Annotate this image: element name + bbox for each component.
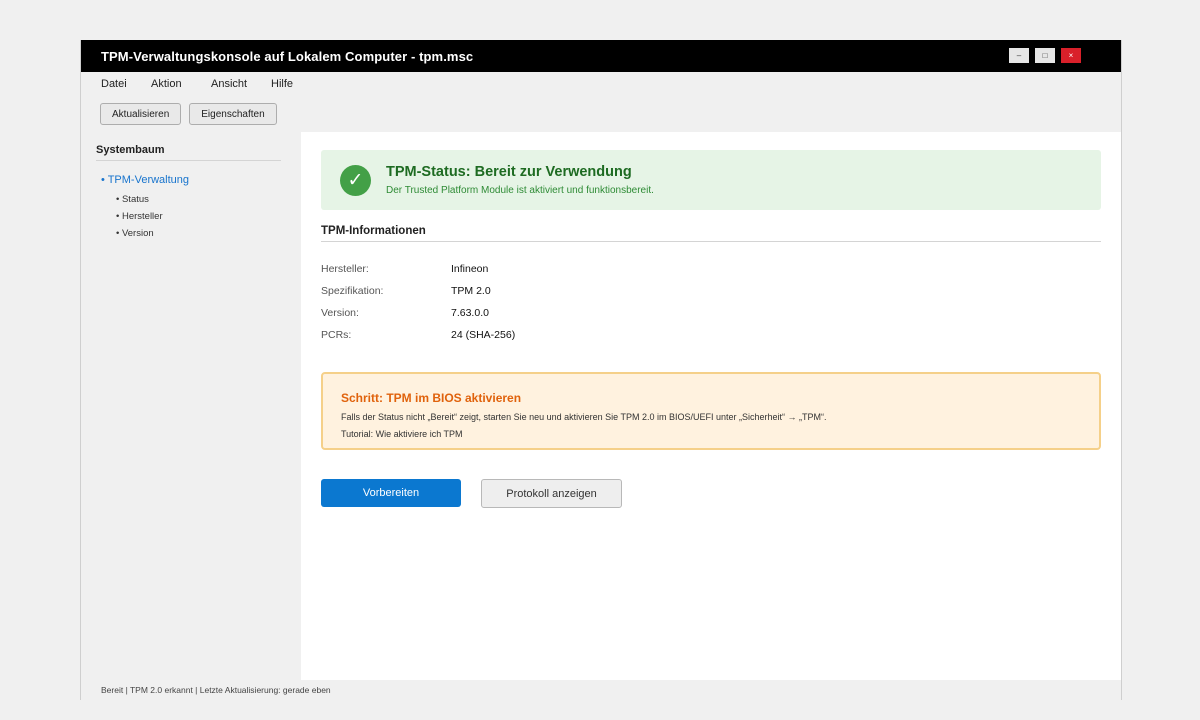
prepare-button[interactable]: Vorbereiten <box>321 479 461 507</box>
info-table: Hersteller: Infineon Spezifikation: TPM … <box>321 258 1101 346</box>
properties-button[interactable]: Eigenschaften <box>189 103 277 125</box>
info-value: Infineon <box>451 263 489 275</box>
bios-hint-box: Schritt: TPM im BIOS aktivieren Falls de… <box>321 372 1101 450</box>
hint-text: Falls der Status nicht „Bereit“ zeigt, s… <box>341 412 827 422</box>
info-label: Spezifikation: <box>321 285 384 297</box>
tutorial-link[interactable]: Tutorial: Wie aktiviere ich TPM <box>341 429 1081 439</box>
tree-item-tpm-verwaltung[interactable]: • TPM-Verwaltung <box>96 174 281 186</box>
info-label: Version: <box>321 307 359 319</box>
content-area: Systembaum • TPM-Verwaltung • Status • H… <box>81 132 1121 680</box>
maximize-button[interactable]: □ <box>1035 48 1055 63</box>
hint-title: Schritt: TPM im BIOS aktivieren <box>341 391 522 405</box>
status-title: TPM-Status: Bereit zur Verwendung <box>386 164 632 180</box>
tree-item-hersteller[interactable]: • Hersteller <box>96 211 281 228</box>
tree-item-status[interactable]: • Status <box>96 194 281 211</box>
info-label: PCRs: <box>321 329 352 341</box>
menu-ansicht[interactable]: Ansicht <box>211 78 271 90</box>
info-section-title: TPM-Informationen <box>321 225 1101 242</box>
info-value: 24 (SHA-256) <box>451 329 516 341</box>
info-row: Version: 7.63.0.0 <box>321 302 1101 324</box>
info-row: Hersteller: Infineon <box>321 258 1101 280</box>
refresh-button[interactable]: Aktualisieren <box>100 103 182 125</box>
menu-hilfe[interactable]: Hilfe <box>271 78 293 90</box>
action-buttons: Vorbereiten Protokoll anzeigen <box>321 479 1101 508</box>
show-log-button[interactable]: Protokoll anzeigen <box>481 479 622 508</box>
title-bar: TPM-Verwaltungskonsole auf Lokalem Compu… <box>81 40 1121 72</box>
window-title: TPM-Verwaltungskonsole auf Lokalem Compu… <box>101 48 474 64</box>
window-controls: – □ × <box>1009 48 1081 63</box>
menu-bar: Datei Aktion Ansicht Hilfe <box>81 72 1121 96</box>
minimize-button[interactable]: – <box>1009 48 1029 63</box>
toolbar: Aktualisieren Eigenschaften <box>81 96 1121 132</box>
application-window: TPM-Verwaltungskonsole auf Lokalem Compu… <box>80 40 1122 700</box>
sidebar: Systembaum • TPM-Verwaltung • Status • H… <box>81 132 301 680</box>
main-panel: ✓ TPM-Status: Bereit zur Verwendung Der … <box>301 132 1121 680</box>
info-row: Spezifikation: TPM 2.0 <box>321 280 1101 302</box>
close-button[interactable]: × <box>1061 48 1081 63</box>
menu-datei[interactable]: Datei <box>101 78 151 90</box>
info-value: 7.63.0.0 <box>451 307 489 319</box>
status-bar: Bereit | TPM 2.0 erkannt | Letzte Aktual… <box>81 680 1121 700</box>
info-label: Hersteller: <box>321 263 369 275</box>
status-banner: ✓ TPM-Status: Bereit zur Verwendung Der … <box>321 150 1101 210</box>
info-row: PCRs: 24 (SHA-256) <box>321 324 1101 346</box>
info-value: TPM 2.0 <box>451 285 491 297</box>
menu-aktion[interactable]: Aktion <box>151 78 211 90</box>
check-icon: ✓ <box>340 164 371 196</box>
tree-item-version[interactable]: • Version <box>96 228 281 245</box>
sidebar-title: Systembaum <box>96 144 281 161</box>
status-subtitle: Der Trusted Platform Module ist aktivier… <box>386 185 654 196</box>
